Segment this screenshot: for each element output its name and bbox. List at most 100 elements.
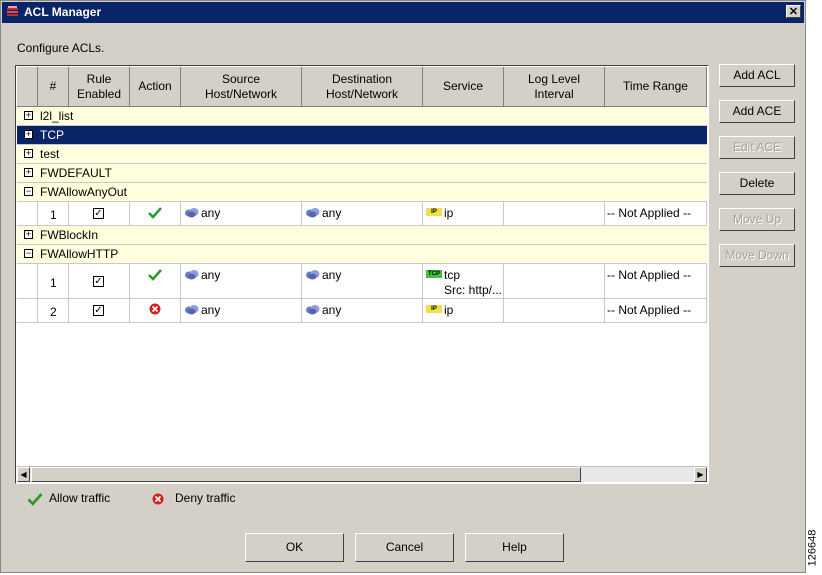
acl-group-row[interactable]: + FWBlockIn — [17, 226, 707, 245]
col-header-log-level-l1: Log Level — [527, 71, 581, 86]
configure-acls-label: Configure ACLs. — [17, 41, 105, 55]
table-header: # Rule Enabled Action Source Host/Network … — [17, 67, 707, 107]
scrollbar-thumb[interactable] — [31, 467, 581, 482]
rule-enabled-checkbox[interactable]: ✓ — [93, 208, 104, 219]
collapse-icon[interactable]: − — [24, 187, 33, 196]
col-header-rule-enabled[interactable]: Rule Enabled — [69, 67, 130, 107]
ace-indent-cell — [17, 202, 38, 225]
ace-time-range-cell: -- Not Applied -- — [605, 202, 707, 225]
col-header-number[interactable]: # — [38, 67, 69, 107]
col-header-log-level[interactable]: Log Level Interval — [504, 67, 605, 107]
ace-number-cell: 1 — [38, 202, 69, 225]
expand-icon[interactable]: + — [24, 130, 33, 139]
rule-enabled-checkbox[interactable]: ✓ — [93, 305, 104, 316]
ace-number: 1 — [50, 276, 57, 290]
ace-indent-cell — [17, 299, 38, 322]
ace-destination-cell: any — [302, 202, 423, 225]
move-up-button[interactable]: Move Up — [719, 208, 795, 231]
ace-row[interactable]: 1 ✓ any any TCP tcp Src: http/... -- Not… — [17, 264, 707, 299]
move-down-button[interactable]: Move Down — [719, 244, 795, 267]
acl-group-name: FWBlockIn — [40, 228, 99, 242]
expand-icon[interactable]: + — [24, 149, 33, 158]
acl-manager-app-icon — [7, 6, 18, 16]
cancel-button[interactable]: Cancel — [355, 533, 454, 562]
ace-row[interactable]: 1 ✓ any any IP ip -- Not Applied -- — [17, 202, 707, 226]
ace-time-range: -- Not Applied -- — [607, 303, 692, 317]
acl-group-row[interactable]: + l2l_list — [17, 107, 707, 126]
expand-icon[interactable]: + — [24, 111, 33, 120]
horizontal-scrollbar[interactable]: ◀ ▶ — [17, 466, 707, 482]
col-header-expander[interactable] — [17, 67, 38, 107]
window-title: ACL Manager — [24, 5, 102, 19]
col-header-destination[interactable]: Destination Host/Network — [302, 67, 423, 107]
allow-traffic-legend: Allow traffic — [49, 491, 111, 505]
delete-button[interactable]: Delete — [719, 172, 795, 195]
acl-table[interactable]: # Rule Enabled Action Source Host/Network … — [15, 65, 709, 484]
allow-check-icon — [148, 207, 162, 219]
col-header-rule-enabled-l1: Rule — [86, 71, 112, 86]
ace-service: tcp — [444, 268, 461, 282]
col-header-service[interactable]: Service — [423, 67, 504, 107]
ace-service-detail: Src: http/... — [444, 283, 503, 297]
add-ace-button[interactable]: Add ACE — [719, 100, 795, 123]
ace-destination-cell: any — [302, 264, 423, 298]
acl-group-row[interactable]: − FWAllowHTTP — [17, 245, 707, 264]
ace-source: any — [201, 303, 221, 317]
ace-log-cell — [504, 264, 605, 298]
scroll-right-arrow-icon[interactable]: ▶ — [694, 467, 707, 482]
acl-group-row[interactable]: + test — [17, 145, 707, 164]
col-header-action[interactable]: Action — [130, 67, 181, 107]
ace-service-cell: IP ip — [423, 299, 504, 322]
ace-number-cell: 2 — [38, 299, 69, 322]
ace-number: 1 — [50, 208, 57, 222]
ace-log-cell — [504, 299, 605, 322]
expand-icon[interactable]: + — [24, 168, 33, 177]
figure-number: 126648 — [806, 529, 822, 570]
ace-source-cell: any — [181, 299, 302, 322]
acl-group-row[interactable]: + FWDEFAULT — [17, 164, 707, 183]
network-icon — [306, 305, 320, 315]
ok-button[interactable]: OK — [245, 533, 344, 562]
col-header-service-label: Service — [442, 79, 483, 93]
col-header-destination-l1: Destination — [331, 71, 393, 86]
ace-number-cell: 1 — [38, 264, 69, 298]
deny-legend-icon — [152, 493, 164, 505]
acl-manager-window: ACL Manager ✕ Configure ACLs. # Rule Enab… — [0, 0, 806, 573]
col-header-log-level-l2: Interval — [534, 86, 574, 101]
col-header-rule-enabled-l2: Enabled — [76, 86, 122, 101]
acl-group-row[interactable]: − FWAllowAnyOut — [17, 183, 707, 202]
ace-row[interactable]: 2 ✓ any any IP ip -- Not Applied -- — [17, 299, 707, 323]
acl-group-name: FWAllowAnyOut — [40, 185, 127, 199]
help-button[interactable]: Help — [465, 533, 564, 562]
deny-traffic-legend: Deny traffic — [175, 491, 236, 505]
edit-ace-button[interactable]: Edit ACE — [719, 136, 795, 159]
col-header-source-l1: Source — [221, 71, 261, 86]
ace-indent-cell — [17, 264, 38, 298]
ace-time-range: -- Not Applied -- — [607, 268, 692, 282]
close-button[interactable]: ✕ — [786, 5, 801, 18]
ace-destination: any — [322, 206, 342, 220]
ace-enabled-cell: ✓ — [69, 202, 130, 225]
rule-enabled-checkbox[interactable]: ✓ — [93, 276, 104, 287]
title-bar[interactable]: ACL Manager ✕ — [2, 2, 804, 23]
network-icon — [306, 270, 320, 280]
col-header-time-range[interactable]: Time Range — [605, 67, 707, 107]
figure-number-text: 126648 — [806, 529, 819, 567]
ace-action-cell — [130, 264, 181, 298]
expand-icon[interactable]: + — [24, 230, 33, 239]
collapse-icon[interactable]: − — [24, 249, 33, 258]
table-body: + l2l_list + TCP + test + FWDEFAULT − FWAllow… — [17, 107, 707, 323]
col-header-time-range-label: Time Range — [623, 79, 688, 93]
network-icon — [185, 208, 199, 218]
ace-service: ip — [444, 303, 454, 317]
scroll-left-arrow-icon[interactable]: ◀ — [17, 467, 30, 482]
col-header-action-label: Action — [138, 79, 172, 93]
add-acl-button[interactable]: Add ACL — [719, 64, 795, 87]
ace-time-range-cell: -- Not Applied -- — [605, 264, 707, 298]
col-header-source[interactable]: Source Host/Network — [181, 67, 302, 107]
col-header-number-label: # — [49, 79, 57, 93]
acl-group-row-selected[interactable]: + TCP — [17, 126, 707, 145]
tcp-service-icon: TCP — [426, 270, 442, 278]
ace-source: any — [201, 268, 221, 282]
ip-service-icon: IP — [426, 305, 442, 313]
